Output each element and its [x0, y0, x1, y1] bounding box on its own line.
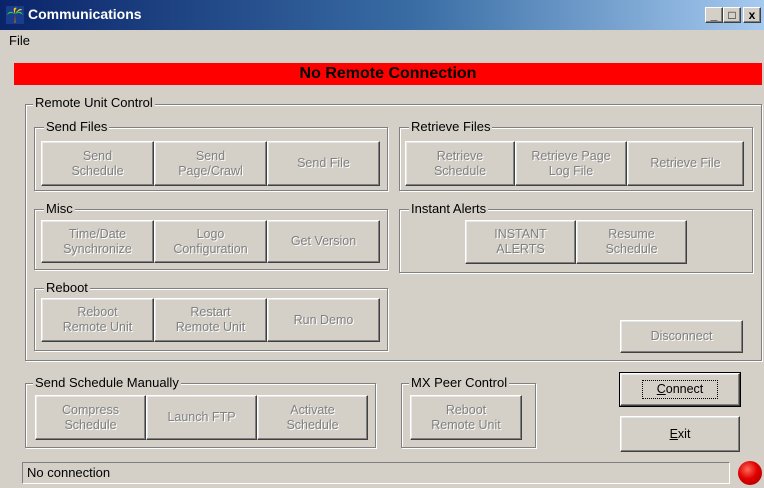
minimize-button[interactable]: _ — [705, 7, 723, 23]
group-label: Send Files — [44, 119, 110, 134]
send-page-crawl-button[interactable]: Send Page/Crawl — [154, 141, 267, 186]
group-label: MX Peer Control — [409, 375, 510, 390]
time-date-sync-button[interactable]: Time/Date Synchronize — [41, 220, 154, 263]
retrieve-file-button[interactable]: Retrieve File — [627, 141, 744, 186]
exit-button[interactable]: Exit — [620, 416, 740, 452]
maximize-button[interactable]: □ — [723, 7, 741, 23]
launch-ftp-button[interactable]: Launch FTP — [146, 395, 257, 440]
instant-alerts-button[interactable]: INSTANT ALERTS — [465, 220, 576, 264]
connection-status-indicator-icon — [738, 461, 762, 485]
get-version-button[interactable]: Get Version — [267, 220, 380, 263]
compress-schedule-button[interactable]: Compress Schedule — [35, 395, 146, 440]
send-schedule-button[interactable]: Send Schedule — [41, 141, 154, 186]
menu-bar: File — [0, 30, 764, 52]
window-title: Communications — [28, 6, 142, 22]
close-button[interactable]: x — [743, 7, 761, 23]
retrieve-page-log-button[interactable]: Retrieve Page Log File — [515, 141, 627, 186]
resume-schedule-button[interactable]: Resume Schedule — [576, 220, 687, 264]
reboot-remote-unit-button[interactable]: Reboot Remote Unit — [41, 298, 154, 342]
send-file-button[interactable]: Send File — [267, 141, 380, 186]
connect-button[interactable]: Connect — [619, 372, 741, 407]
connection-banner: No Remote Connection — [14, 63, 762, 85]
title-bar[interactable]: Communications _ □ x — [0, 0, 764, 30]
disconnect-button[interactable]: Disconnect — [620, 320, 743, 353]
group-label: Misc — [44, 201, 75, 216]
group-label: Retrieve Files — [409, 119, 493, 134]
run-demo-button[interactable]: Run Demo — [267, 298, 380, 342]
palm-tree-icon[interactable] — [6, 6, 24, 24]
mx-reboot-remote-unit-button[interactable]: Reboot Remote Unit — [410, 395, 522, 440]
group-label: Send Schedule Manually — [33, 375, 181, 390]
menu-file[interactable]: File — [7, 32, 32, 49]
activate-schedule-button[interactable]: Activate Schedule — [257, 395, 368, 440]
group-label: Remote Unit Control — [33, 95, 155, 110]
restart-remote-unit-button[interactable]: Restart Remote Unit — [154, 298, 267, 342]
group-label: Instant Alerts — [409, 201, 489, 216]
group-label: Reboot — [44, 280, 90, 295]
retrieve-schedule-button[interactable]: Retrieve Schedule — [405, 141, 515, 186]
logo-configuration-button[interactable]: Logo Configuration — [154, 220, 267, 263]
status-text: No connection — [22, 462, 730, 484]
